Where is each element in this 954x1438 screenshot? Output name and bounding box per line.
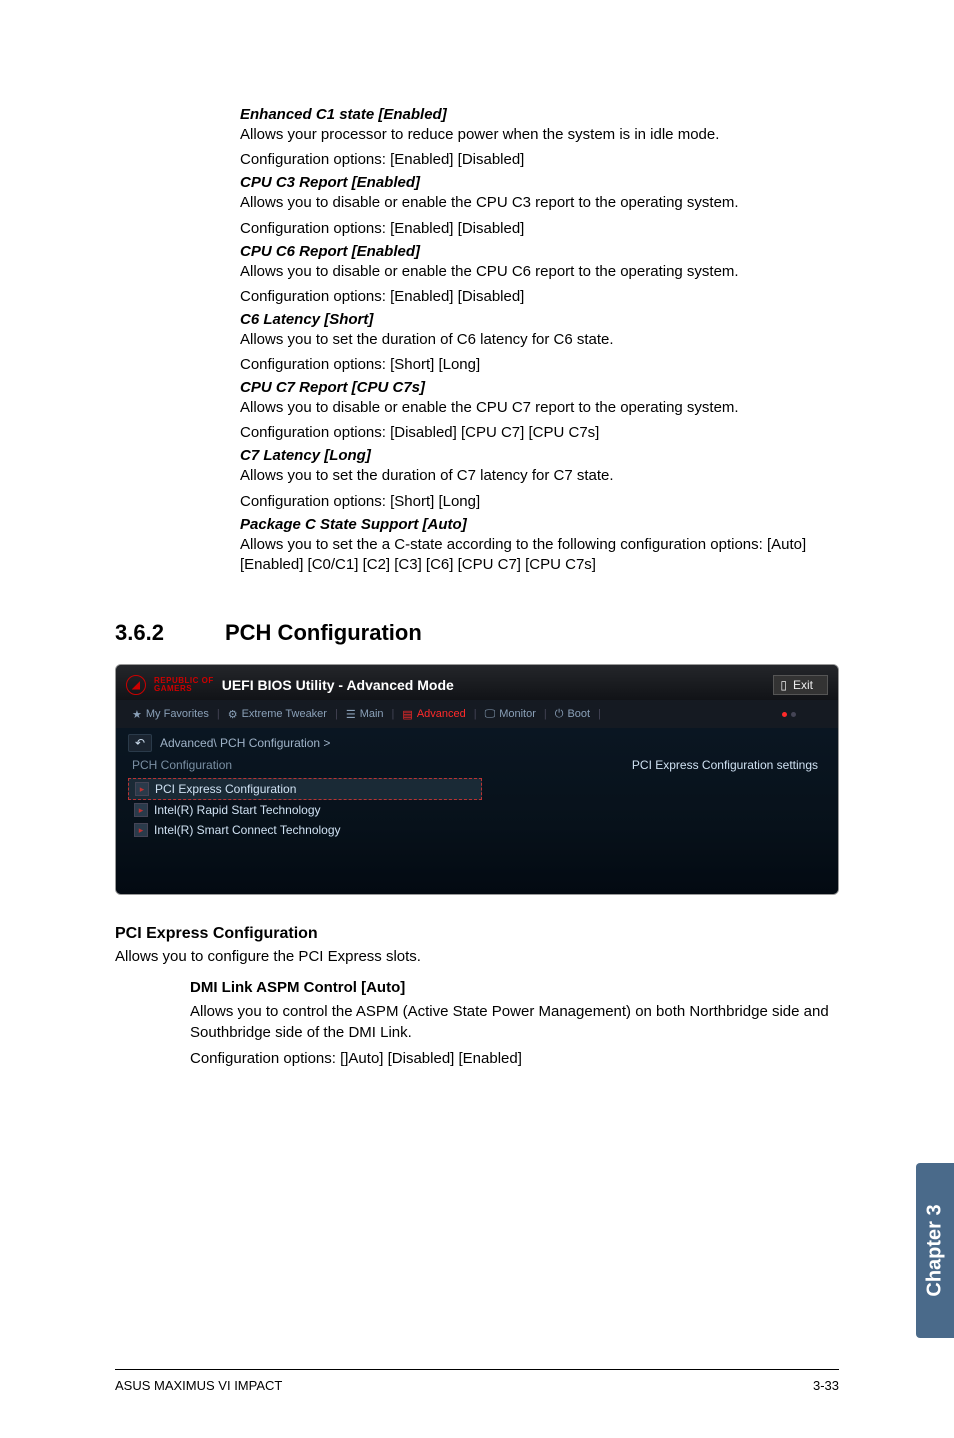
footer-product: ASUS MAXIMUS VI IMPACT [115,1378,282,1393]
setting-options: Configuration options: [Disabled] [CPU C… [240,424,829,441]
star-icon: ★ [132,708,142,721]
advanced-icon: ▤ [402,708,412,721]
setting-desc: Allows you to disable or enable the CPU … [240,398,829,418]
section-title: PCH Configuration [225,620,422,646]
setting-options: Configuration options: [Enabled] [Disabl… [240,151,829,168]
submenu-icon: ▸ [135,782,149,796]
tab-separator: | [335,708,338,720]
section-number: 3.6.2 [115,620,225,646]
list-icon: ☰ [346,708,356,721]
bios-window-title: UEFI BIOS Utility - Advanced Mode [222,677,454,693]
chapter-tab-label: Chapter 3 [924,1204,947,1296]
exit-button[interactable]: ▯ Exit [773,675,828,695]
setting-title: CPU C3 Report [Enabled] [240,174,829,191]
tab-advanced[interactable]: ▤Advanced [398,708,469,721]
setting-desc: Allows you to set the duration of C6 lat… [240,330,829,350]
submenu-icon: ▸ [134,803,148,817]
tab-separator: | [544,708,547,720]
setting-options: Configuration options: [Short] [Long] [240,356,829,373]
setting-title: Package C State Support [Auto] [240,516,829,533]
setting-desc: Allows you to disable or enable the CPU … [240,262,829,282]
setting-title: CPU C6 Report [Enabled] [240,243,829,260]
menu-item-label: PCI Express Configuration [155,782,296,796]
menu-item-pci-express[interactable]: ▸ PCI Express Configuration [128,778,482,800]
brand-text: REPUBLIC OFGAMERS [154,677,214,693]
setting-title: C6 Latency [Short] [240,311,829,328]
bios-screenshot: ◢ REPUBLIC OFGAMERS UEFI BIOS Utility - … [115,664,839,895]
setting-desc: Allows you to set the duration of C7 lat… [240,466,829,486]
menu-item-label: Intel(R) Rapid Start Technology [154,803,321,817]
subsection-title: PCI Express Configuration [115,925,839,943]
setting-options: Configuration options: [Enabled] [Disabl… [240,220,829,237]
tab-extreme-tweaker[interactable]: ⚙Extreme Tweaker [224,708,331,721]
page-indicator [782,712,796,717]
option-options: Configuration options: []Auto] [Disabled… [190,1049,839,1069]
power-icon: ⏻ [555,708,564,721]
help-text: PCI Express Configuration settings [632,758,818,772]
tab-separator: | [474,708,477,720]
tab-favorites[interactable]: ★My Favorites [128,708,213,721]
setting-title: C7 Latency [Long] [240,447,829,464]
menu-item-label: Intel(R) Smart Connect Technology [154,823,341,837]
setting-desc: Allows your processor to reduce power wh… [240,125,829,145]
tab-monitor[interactable]: 🖵Monitor [481,708,540,721]
chapter-tab: Chapter 3 [916,1163,954,1338]
tab-separator: | [392,708,395,720]
rog-logo-icon: ◢ [126,675,146,695]
setting-desc: Allows you to set the a C-state accordin… [240,535,829,576]
option-title: DMI Link ASPM Control [Auto] [190,979,839,996]
setting-desc: Allows you to disable or enable the CPU … [240,193,829,213]
monitor-icon: 🖵 [485,708,496,721]
setting-options: Configuration options: [Enabled] [Disabl… [240,288,829,305]
setting-title: CPU C7 Report [CPU C7s] [240,379,829,396]
menu-item-rapid-start[interactable]: ▸ Intel(R) Rapid Start Technology [128,800,826,820]
menu-item-smart-connect[interactable]: ▸ Intel(R) Smart Connect Technology [128,820,826,840]
footer-page-number: 3-33 [813,1378,839,1393]
exit-label: Exit [793,678,813,692]
setting-options: Configuration options: [Short] [Long] [240,493,829,510]
breadcrumb: Advanced\ PCH Configuration > [160,736,330,750]
tab-boot[interactable]: ⏻Boot [551,708,594,721]
subsection-desc: Allows you to configure the PCI Express … [115,947,839,967]
option-desc: Allows you to control the ASPM (Active S… [190,1002,839,1043]
back-button[interactable]: ↶ [128,734,152,752]
tweaker-icon: ⚙ [228,708,238,721]
tab-separator: | [217,708,220,720]
tab-main[interactable]: ☰Main [342,708,388,721]
setting-title: Enhanced C1 state [Enabled] [240,106,829,123]
submenu-icon: ▸ [134,823,148,837]
tab-separator: | [598,708,601,720]
exit-icon: ▯ [780,678,787,692]
